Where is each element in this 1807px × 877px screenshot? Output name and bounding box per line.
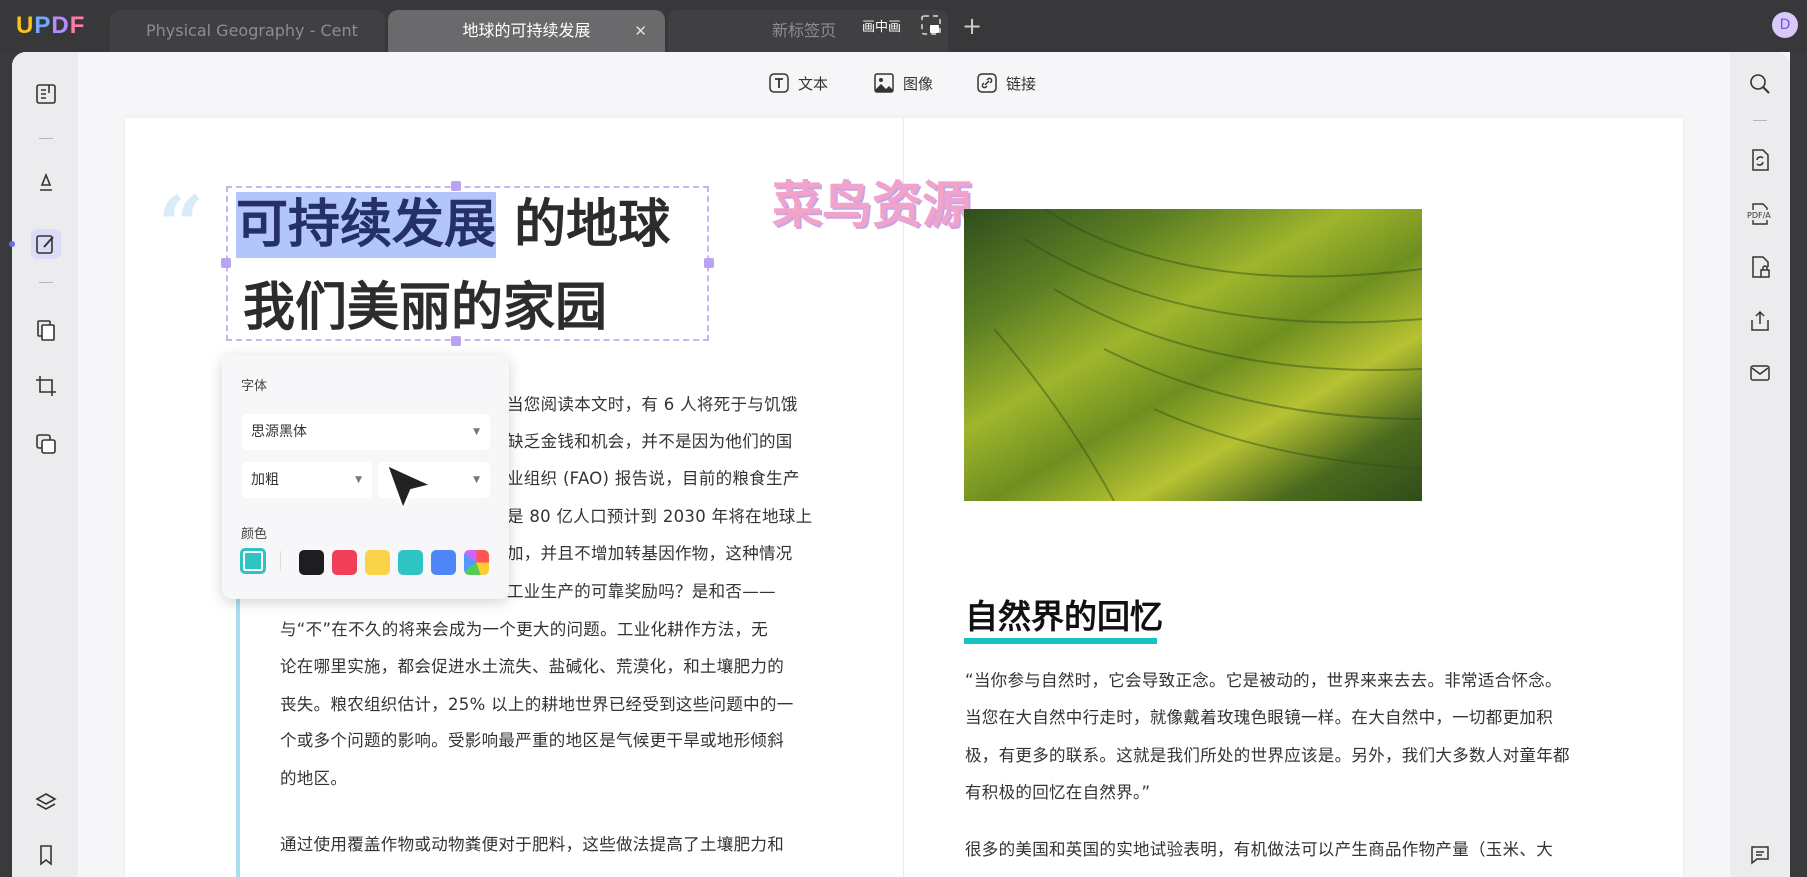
pip-label: 画中画	[862, 20, 902, 35]
font-label: 字体	[241, 379, 268, 394]
font-weight-select[interactable]: 加粗 ▼	[242, 462, 372, 498]
toolbar-label: 链接	[1006, 74, 1037, 93]
pip-icon[interactable]	[920, 14, 942, 40]
font-family-value: 思源黑体	[251, 424, 307, 440]
title-line-2[interactable]: 我们美丽的家园	[243, 282, 607, 334]
email-icon[interactable]	[1745, 358, 1775, 388]
tab-new[interactable]: 新标签页	[668, 10, 948, 52]
tab-sustainable-earth[interactable]: 地球的可持续发展 ✕	[388, 10, 665, 52]
text-line: 工业生产的可靠奖励吗？是和否——	[507, 582, 776, 601]
toolbar-label: 文本	[798, 74, 829, 93]
add-text-button[interactable]: 文本	[768, 72, 828, 94]
tab-label: 地球的可持续发展	[462, 21, 591, 40]
text-line: 缺乏金钱和机会，并不是因为他们的国	[507, 432, 793, 451]
bookmark-icon[interactable]	[31, 840, 61, 870]
layers-icon[interactable]	[31, 787, 61, 817]
text-line: 极，有更多的联系。这就是我们所处的世界应该是。另外，我们大多数人对童年都	[965, 746, 1570, 765]
heading-underline	[964, 638, 1157, 644]
comments-icon[interactable]	[1745, 840, 1775, 870]
text-line: 有积极的回忆在自然界。”	[965, 783, 1151, 802]
tab-physical-geography[interactable]: Physical Geography - Cent	[110, 10, 385, 52]
tab-label: Physical Geography - Cent	[146, 21, 358, 40]
current-color-swatch[interactable]	[240, 548, 266, 574]
title-rest: 的地球	[496, 195, 671, 255]
text-line: 业组织 (FAO) 报告说，目前的粮食生产	[507, 469, 800, 488]
right-sidebar: PDF/A	[1730, 52, 1790, 877]
text-line: 个或多个问题的影响。受影响最严重的地区是气候更干旱或地形倾斜	[280, 731, 784, 750]
updf-logo: UPDF	[16, 12, 86, 39]
add-link-button[interactable]: 链接	[976, 72, 1036, 94]
chevron-down-icon: ▼	[473, 475, 480, 485]
text-line: 很多的美国和英国的实地试验表明，有机做法可以产生商品作物产量（玉米、大	[965, 840, 1553, 859]
resize-handle[interactable]	[451, 181, 461, 191]
color-swatch-teal[interactable]	[398, 550, 423, 575]
avatar[interactable]: D	[1772, 12, 1798, 38]
pdfa-icon[interactable]: PDF/A	[1745, 199, 1775, 229]
text-icon	[769, 73, 789, 93]
terraced-fields-photo[interactable]	[964, 209, 1422, 501]
active-indicator	[9, 241, 15, 247]
color-picker-multicolor[interactable]	[464, 550, 489, 575]
left-sidebar	[9, 52, 78, 877]
resize-handle[interactable]	[704, 258, 714, 268]
add-image-button[interactable]: 图像	[873, 72, 933, 94]
color-swatch-black[interactable]	[299, 550, 324, 575]
close-tab-icon[interactable]: ✕	[634, 10, 647, 52]
svg-text:PDF/A: PDF/A	[1747, 211, 1771, 220]
color-swatch-blue[interactable]	[431, 550, 456, 575]
resize-handle[interactable]	[221, 258, 231, 268]
watermark: 菜鸟资源	[772, 175, 972, 234]
font-style-popup: 字体 思源黑体 ▼ 加粗 ▼ ▼ 颜色	[222, 355, 509, 599]
text-line: 加，并且不增加转基因作物，这种情况	[507, 544, 793, 563]
new-tab-plus-icon[interactable]: +	[962, 12, 982, 40]
color-swatch-red[interactable]	[332, 550, 357, 575]
edit-pdf-icon[interactable]	[31, 229, 61, 259]
page-tools-icon[interactable]	[31, 429, 61, 459]
font-weight-value: 加粗	[251, 472, 279, 488]
text-line: 论在哪里实施，都会促进水土流失、盐碱化、荒漠化，和土壤肥力的	[280, 657, 784, 676]
convert-icon[interactable]	[1745, 145, 1775, 175]
crop-icon[interactable]	[31, 371, 61, 401]
swatch-divider	[280, 551, 281, 571]
text-line: 丧失。粮农组织估计，25% 以上的耕地世界已经受到这些问题中的一	[280, 695, 794, 714]
color-swatch-yellow[interactable]	[365, 550, 390, 575]
separator	[39, 282, 53, 283]
text-line: 通过使用覆盖作物或动物粪便对于肥料，这些做法提高了土壤肥力和	[280, 835, 784, 854]
title-line-1[interactable]: 可持续发展 的地球	[236, 192, 670, 258]
text-line: 的地区。	[280, 769, 348, 788]
tab-label: 新标签页	[772, 21, 837, 40]
reader-icon[interactable]	[31, 79, 61, 109]
quote-mark: “	[158, 178, 205, 272]
font-family-select[interactable]: 思源黑体 ▼	[242, 414, 490, 450]
text-line: 是 80 亿人口预计到 2030 年将在地球上	[507, 507, 813, 526]
search-icon[interactable]	[1745, 69, 1775, 99]
title-selection: 可持续发展	[236, 192, 497, 258]
comment-highlighter-icon[interactable]	[31, 167, 61, 197]
image-icon	[874, 73, 894, 93]
chevron-down-icon: ▼	[473, 427, 480, 437]
organize-pages-icon[interactable]	[31, 315, 61, 345]
chevron-down-icon: ▼	[355, 475, 362, 485]
text-line: 当您在大自然中行走时，就像戴着玫瑰色眼镜一样。在大自然中，一切都更加积	[965, 708, 1553, 727]
text-line: 与“不”在不久的将来会成为一个更大的问题。工业化耕作方法，无	[280, 620, 769, 639]
toolbar-label: 图像	[903, 74, 934, 93]
text-line: 当您阅读本文时，有 6 人将死于与饥饿	[507, 395, 798, 414]
color-label: 颜色	[241, 527, 268, 542]
mouse-cursor-icon	[384, 462, 435, 516]
link-icon	[977, 73, 997, 93]
section-heading[interactable]: 自然界的回忆	[965, 590, 1163, 638]
blockquote-bar	[236, 599, 240, 877]
separator	[39, 138, 53, 139]
text-line: “当你参与自然时，它会导致正念。它是被动的，世界来来去去。非常适合怀念。	[965, 671, 1562, 690]
separator	[1753, 120, 1767, 121]
protect-icon[interactable]	[1745, 252, 1775, 282]
share-icon[interactable]	[1745, 306, 1775, 336]
